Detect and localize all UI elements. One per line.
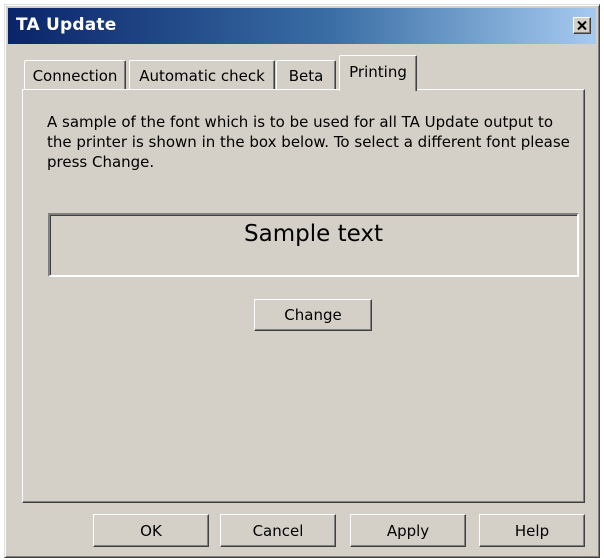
help-button-label: Help <box>514 521 550 540</box>
close-button[interactable] <box>573 17 591 34</box>
change-font-button-label: Change <box>284 306 342 324</box>
window-title: TA Update <box>16 15 117 35</box>
tab-printing-label: Printing <box>349 62 407 81</box>
printing-description: A sample of the font which is to be used… <box>47 113 570 171</box>
tab-beta-label: Beta <box>288 66 324 85</box>
cancel-button[interactable]: Cancel <box>220 514 336 547</box>
apply-button-label: Apply <box>386 521 430 540</box>
cancel-button-label: Cancel <box>252 521 304 540</box>
printing-panel: A sample of the font which is to be used… <box>22 89 585 503</box>
tab-automatic-check-label: Automatic check <box>139 66 265 85</box>
title-bar[interactable]: TA Update <box>8 8 596 44</box>
tab-connection-label: Connection <box>32 66 118 85</box>
tab-beta[interactable]: Beta <box>276 60 336 90</box>
ok-button-label: OK <box>140 521 162 540</box>
ok-button[interactable]: OK <box>93 514 209 547</box>
close-icon <box>577 21 587 30</box>
help-button[interactable]: Help <box>479 514 585 547</box>
tab-connection[interactable]: Connection <box>24 60 126 90</box>
apply-button[interactable]: Apply <box>350 514 466 547</box>
tab-automatic-check[interactable]: Automatic check <box>129 60 275 90</box>
change-font-button[interactable]: Change <box>254 299 372 331</box>
dialog-window: TA Update Connection Automatic check Bet… <box>4 4 600 558</box>
font-sample-box: Sample text <box>48 213 579 277</box>
tab-printing[interactable]: Printing <box>339 55 417 91</box>
font-sample-text: Sample text <box>244 221 383 247</box>
